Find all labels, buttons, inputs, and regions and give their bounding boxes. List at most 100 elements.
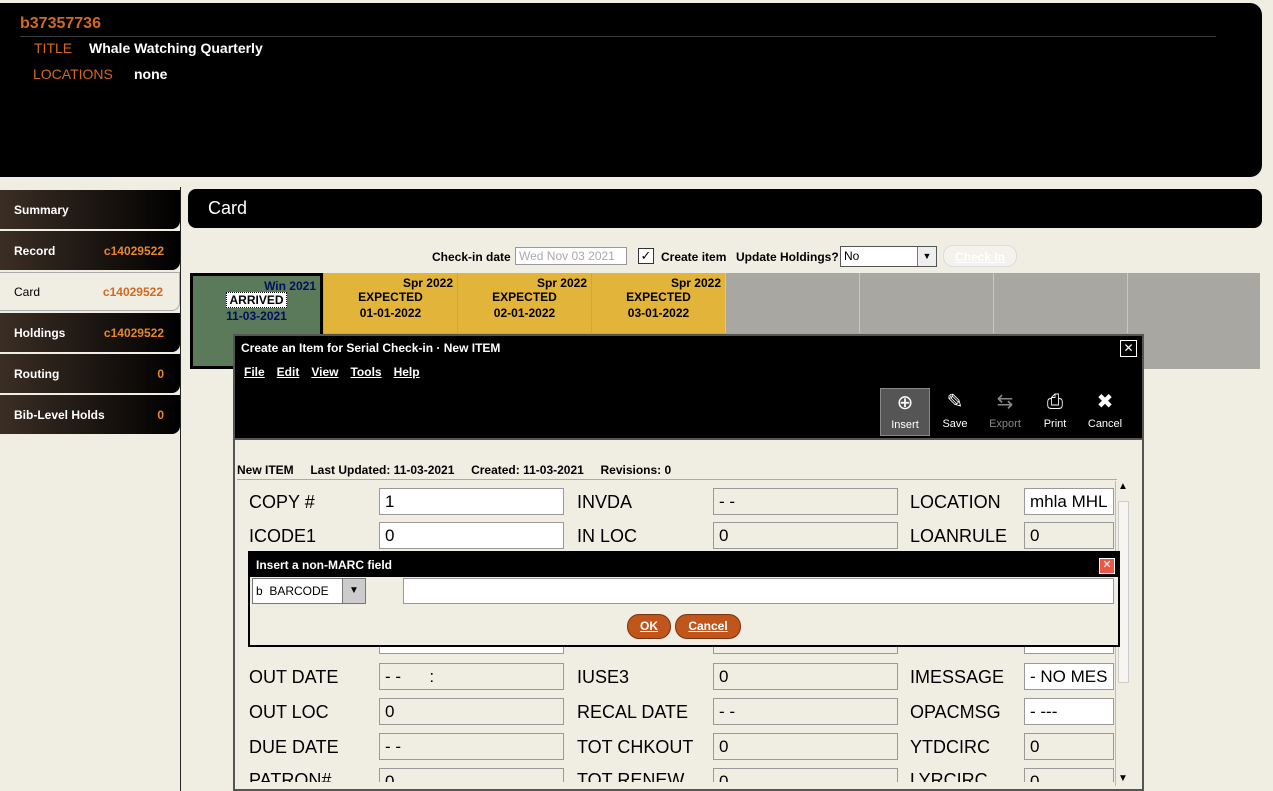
field-type-value: b BARCODE (256, 584, 329, 598)
opacmsg-field[interactable]: - --- (1024, 698, 1114, 725)
save-button[interactable]: ✎ Save (930, 388, 980, 436)
create-item-checkbox[interactable]: ✓ (638, 248, 654, 264)
issue-status: EXPECTED (626, 290, 691, 304)
ytdcirc-field[interactable]: 0 (1024, 733, 1114, 760)
icode1-label: ICODE1 (249, 526, 317, 546)
icode1-field[interactable]: 0 (379, 522, 564, 549)
iuse3-field[interactable]: 0 (713, 663, 898, 690)
issue-period: Win 2021 (264, 279, 316, 293)
sidebar-item-card[interactable]: Card c14029522 (0, 272, 180, 311)
field-value-input[interactable] (403, 578, 1114, 604)
menu-view[interactable]: View (311, 365, 338, 379)
insert-icon: ⊕ (896, 392, 914, 414)
sidebar-item-record[interactable]: Record c14029522 (0, 231, 180, 270)
locations-label: LOCATIONS (33, 66, 113, 82)
chevron-down-icon[interactable]: ▼ (342, 579, 365, 603)
cancel-button[interactable]: Cancel (676, 615, 740, 638)
meta-divider (237, 479, 1117, 480)
menu-tools[interactable]: Tools (350, 365, 381, 379)
clipped-row: PATRON# 0 TOT RENEW 0 LYRCIRC 0 (235, 766, 1115, 782)
loanrule-field[interactable]: 0 (1024, 522, 1114, 549)
issue-box-empty[interactable] (1127, 273, 1260, 333)
sidebar-item-count: c14029522 (103, 325, 164, 340)
menu-edit[interactable]: Edit (277, 365, 300, 379)
recaldate-field[interactable]: - - (713, 698, 898, 725)
invda-field[interactable]: - - (713, 488, 898, 515)
dialog-toolbar: ⊕ Insert ✎ Save ⇆ Export ⎙ Print ✖ Cance… (235, 383, 1142, 440)
outdate-field[interactable]: - - : (379, 663, 564, 690)
sidebar-item-holdings[interactable]: Holdings c14029522 (0, 313, 180, 352)
save-label: Save (942, 418, 968, 430)
lyrcirc-label: LYRCIRC (910, 770, 988, 782)
sidebar-item-routing[interactable]: Routing 0 (0, 354, 180, 393)
patron-label: PATRON# (249, 770, 332, 782)
checkin-date-label: Check-in date (432, 250, 511, 264)
issue-date: 01-01-2022 (359, 306, 422, 320)
record-id: b37357736 (20, 15, 101, 32)
issue-date: 02-01-2022 (493, 306, 556, 320)
patron-field[interactable]: 0 (379, 768, 564, 782)
sidebar-item-label: Record (14, 243, 56, 258)
chevron-up-icon[interactable]: ▲ (1116, 481, 1130, 492)
sidebar-item-label: Bib-Level Holds (14, 407, 105, 422)
update-holdings-select[interactable]: No ▼ (840, 246, 937, 267)
ytdcirc-label: YTDCIRC (910, 737, 990, 757)
sidebar-item-bib-level-holds[interactable]: Bib-Level Holds 0 (0, 395, 180, 434)
sidebar-item-summary[interactable]: Summary (0, 190, 180, 229)
close-icon[interactable]: ✕ (1120, 340, 1137, 357)
menu-file[interactable]: File (244, 365, 265, 379)
ok-button[interactable]: OK (628, 615, 670, 638)
export-button[interactable]: ⇆ Export (980, 388, 1030, 436)
invda-label: INVDA (577, 492, 633, 512)
print-label: Print (1043, 418, 1067, 430)
opacmsg-label: OPACMSG (910, 702, 1001, 722)
issue-period: Spr 2022 (536, 276, 587, 290)
export-icon: ⇆ (996, 391, 1014, 413)
title-label: TITLE (34, 40, 73, 56)
chevron-down-icon[interactable]: ▼ (917, 247, 936, 266)
print-icon: ⎙ (1047, 391, 1063, 413)
copy-label: COPY # (249, 492, 315, 512)
iuse3-label: IUSE3 (577, 667, 630, 687)
cancel-icon: ✖ (1096, 391, 1114, 413)
issue-box-empty[interactable] (725, 273, 858, 333)
totchkout-label: TOT CHKOUT (577, 737, 694, 757)
locations-value: none (134, 66, 168, 82)
duedate-field[interactable]: - - (379, 733, 564, 760)
lyrcirc-field[interactable]: 0 (1024, 768, 1114, 782)
outloc-field[interactable]: 0 (379, 698, 564, 725)
issue-box-empty[interactable] (859, 273, 992, 333)
print-button[interactable]: ⎙ Print (1030, 388, 1080, 436)
totchkout-field[interactable]: 0 (713, 733, 898, 760)
insert-button[interactable]: ⊕ Insert (880, 388, 930, 436)
check-in-button[interactable]: Check In (943, 245, 1017, 267)
save-icon: ✎ (946, 391, 964, 413)
issue-box[interactable]: Spr 2022 EXPECTED 01-01-2022 (324, 273, 457, 333)
issue-status: EXPECTED (492, 290, 557, 304)
totrenew-field[interactable]: 0 (713, 768, 898, 782)
issue-box[interactable]: Spr 2022 EXPECTED 03-01-2022 (592, 273, 725, 333)
issue-period: Spr 2022 (670, 276, 721, 290)
outdate-label: OUT DATE (249, 667, 339, 687)
sidebar-divider (180, 187, 181, 791)
menu-help[interactable]: Help (394, 365, 420, 379)
issue-date: 11-03-2021 (226, 309, 287, 323)
issue-status: ARRIVED (193, 292, 320, 308)
cancel-button[interactable]: ✖ Cancel (1080, 388, 1130, 436)
copy-field[interactable]: 1 (379, 488, 564, 515)
inloc-field[interactable]: 0 (713, 522, 898, 549)
chevron-down-icon[interactable]: ▼ (1116, 773, 1130, 784)
field-type-select[interactable]: b BARCODE ▼ (252, 578, 366, 604)
imessage-field[interactable]: - NO MES (1024, 663, 1114, 690)
close-icon[interactable]: ✕ (1099, 558, 1115, 574)
location-field[interactable]: mhla MHL (1024, 488, 1114, 515)
cancel-label: Cancel (1087, 418, 1123, 430)
duedate-label: DUE DATE (249, 737, 339, 757)
sidebar-item-count: 0 (157, 366, 164, 381)
issue-box-empty[interactable] (993, 273, 1126, 333)
update-holdings-value: No (844, 249, 860, 263)
issue-box[interactable]: Spr 2022 EXPECTED 02-01-2022 (458, 273, 591, 333)
checkin-date-field[interactable]: Wed Nov 03 2021 (515, 247, 627, 265)
dialog-title: Create an Item for Serial Check-in · New… (235, 336, 1142, 360)
sidebar-item-count: c14029522 (103, 243, 164, 258)
